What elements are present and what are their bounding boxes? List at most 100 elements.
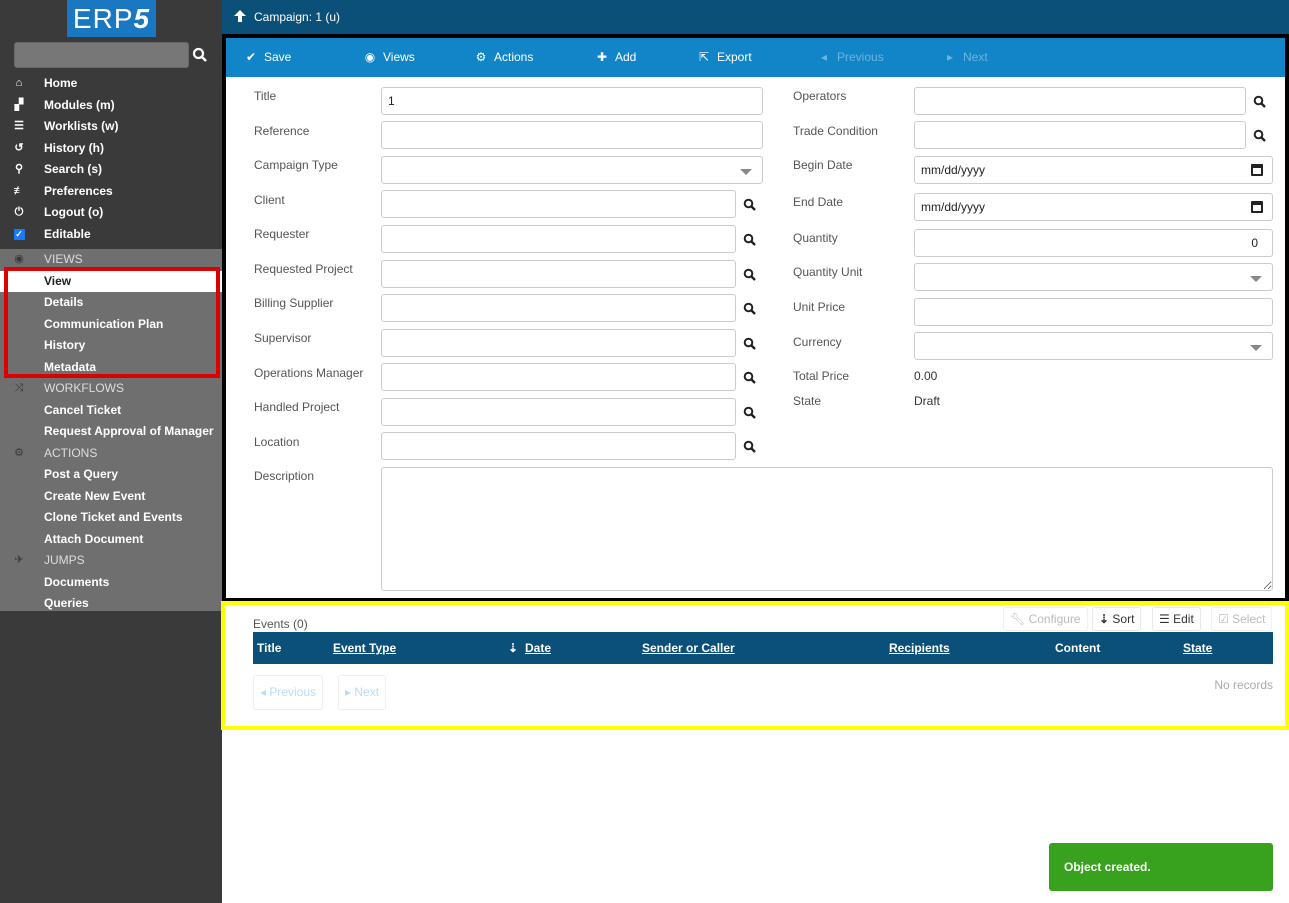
- save-button[interactable]: ✔ Save: [244, 38, 291, 77]
- view-item-metadata[interactable]: Metadata: [0, 357, 222, 379]
- column-state[interactable]: State: [1183, 641, 1212, 655]
- requested-project-input[interactable]: [381, 260, 736, 288]
- quantity-input[interactable]: [914, 229, 1273, 257]
- search-icon[interactable]: [743, 440, 757, 454]
- jump-documents[interactable]: Documents: [0, 572, 222, 594]
- nav-worklists[interactable]: ☰ Worklists (w): [0, 116, 222, 138]
- next-button[interactable]: ▸ Next: [943, 38, 988, 77]
- search-icon[interactable]: [743, 233, 757, 247]
- arrow-up-icon[interactable]: [233, 9, 247, 23]
- search-icon[interactable]: [1253, 129, 1267, 143]
- action-attach-document[interactable]: Attach Document: [0, 529, 222, 551]
- sort-button[interactable]: ⇣ Sort: [1092, 607, 1142, 631]
- save-label: Save: [264, 50, 292, 64]
- search-icon[interactable]: [743, 198, 757, 212]
- actions-button[interactable]: ⚙ Actions: [474, 38, 534, 77]
- action-clone-ticket[interactable]: Clone Ticket and Events: [0, 507, 222, 529]
- edit-label: Edit: [1173, 612, 1194, 626]
- sidebar-search-input[interactable]: [14, 42, 189, 68]
- begin-date-label: Begin Date: [793, 158, 853, 172]
- edit-button[interactable]: ☰ Edit: [1152, 607, 1201, 631]
- events-listbox: Events (0) 🔧︎ Configure ⇣ Sort ☰ Edit ☑ …: [221, 601, 1289, 730]
- configure-button[interactable]: 🔧︎ Configure: [1003, 607, 1088, 631]
- state-label: State: [793, 394, 822, 408]
- operations-manager-input[interactable]: [381, 363, 736, 391]
- currency-select[interactable]: [914, 332, 1273, 360]
- sidebar: ERP5 ⌂ Home ▞ Modules (m) ☰ Worklists (w) ↺…: [0, 0, 222, 903]
- search-icon[interactable]: [192, 46, 208, 64]
- client-input[interactable]: [381, 190, 736, 218]
- column-date[interactable]: Date: [525, 641, 551, 655]
- quantity-unit-select[interactable]: [914, 263, 1273, 291]
- calendar-icon[interactable]: [1251, 201, 1263, 213]
- unit-price-input[interactable]: [914, 298, 1273, 326]
- views-button[interactable]: ◉ Views: [363, 38, 415, 77]
- operators-input[interactable]: [914, 87, 1246, 115]
- list-previous-button[interactable]: ◂ Previous: [253, 675, 324, 710]
- previous-button[interactable]: ◂ Previous: [817, 38, 884, 77]
- nav-home[interactable]: ⌂ Home: [0, 73, 222, 95]
- checkbox-icon: ✓: [13, 228, 25, 240]
- calendar-icon[interactable]: [1251, 164, 1263, 176]
- erp5-logo[interactable]: ERP5: [67, 0, 156, 37]
- list-next-button[interactable]: ▸ Next: [338, 675, 387, 710]
- nav-logout[interactable]: ⏻ Logout (o): [0, 202, 222, 224]
- campaign-type-select[interactable]: [381, 156, 763, 184]
- page-title[interactable]: Campaign: 1 (u): [254, 10, 340, 24]
- nav-label: Editable: [44, 226, 91, 241]
- end-date-input[interactable]: mm/dd/yyyy: [914, 193, 1273, 221]
- title-input[interactable]: [381, 87, 763, 115]
- workflow-cancel-ticket[interactable]: Cancel Ticket: [0, 400, 222, 422]
- search-icon[interactable]: [743, 268, 757, 282]
- search-icon[interactable]: [743, 406, 757, 420]
- section-title: JUMPS: [44, 553, 85, 567]
- nav-label: Search (s): [44, 162, 103, 176]
- jump-queries[interactable]: Queries: [0, 593, 222, 615]
- nav-preferences[interactable]: ≢ Preferences: [0, 181, 222, 203]
- column-content[interactable]: Content: [1055, 641, 1100, 655]
- column-event-type[interactable]: Event Type: [333, 641, 396, 655]
- view-item-history[interactable]: History: [0, 335, 222, 357]
- reference-input[interactable]: [381, 121, 763, 149]
- column-sender-or-caller[interactable]: Sender or Caller: [642, 641, 735, 655]
- view-item-view[interactable]: View: [0, 270, 222, 292]
- view-item-communication-plan[interactable]: Communication Plan: [0, 314, 222, 336]
- select-button[interactable]: ☑ Select: [1211, 607, 1273, 631]
- nav-modules[interactable]: ▞ Modules (m): [0, 95, 222, 117]
- location-input[interactable]: [381, 432, 736, 460]
- description-textarea[interactable]: [381, 467, 1273, 591]
- reference-label: Reference: [254, 124, 310, 138]
- workflow-request-approval[interactable]: Request Approval of Manager: [0, 421, 222, 443]
- wrench-icon: 🔧︎: [1010, 612, 1029, 626]
- notification-toast[interactable]: Object created.: [1049, 843, 1273, 891]
- sliders-icon: ≢: [13, 184, 25, 197]
- begin-date-input[interactable]: mm/dd/yyyy: [914, 156, 1273, 184]
- title-label: Title: [254, 89, 277, 103]
- view-item-details[interactable]: Details: [0, 292, 222, 314]
- nav-editable-toggle[interactable]: ✓ Editable: [0, 224, 222, 246]
- requester-label: Requester: [254, 227, 310, 241]
- trade-condition-label: Trade Condition: [793, 124, 878, 138]
- search-icon[interactable]: [1253, 95, 1267, 109]
- add-button[interactable]: ✚ Add: [595, 38, 636, 77]
- search-icon[interactable]: [743, 371, 757, 385]
- handled-project-input[interactable]: [381, 398, 736, 426]
- logo-digit: 5: [133, 3, 151, 34]
- column-title[interactable]: Title: [257, 641, 281, 655]
- nav-history[interactable]: ↺ History (h): [0, 138, 222, 160]
- plus-icon: ✚: [596, 50, 608, 64]
- end-date-placeholder: mm/dd/yyyy: [921, 200, 986, 214]
- export-button[interactable]: ⇱ Export: [697, 38, 752, 77]
- gears-icon: ⚙: [475, 50, 487, 64]
- action-post-query[interactable]: Post a Query: [0, 464, 222, 486]
- supervisor-input[interactable]: [381, 329, 736, 357]
- nav-search[interactable]: ⚲ Search (s): [0, 159, 222, 181]
- action-create-event[interactable]: Create New Event: [0, 486, 222, 508]
- trade-condition-input[interactable]: [914, 121, 1246, 149]
- search-icon[interactable]: [743, 302, 757, 316]
- add-label: Add: [615, 50, 637, 64]
- column-recipients[interactable]: Recipients: [889, 641, 950, 655]
- billing-supplier-input[interactable]: [381, 294, 736, 322]
- requester-input[interactable]: [381, 225, 736, 253]
- search-icon[interactable]: [743, 337, 757, 351]
